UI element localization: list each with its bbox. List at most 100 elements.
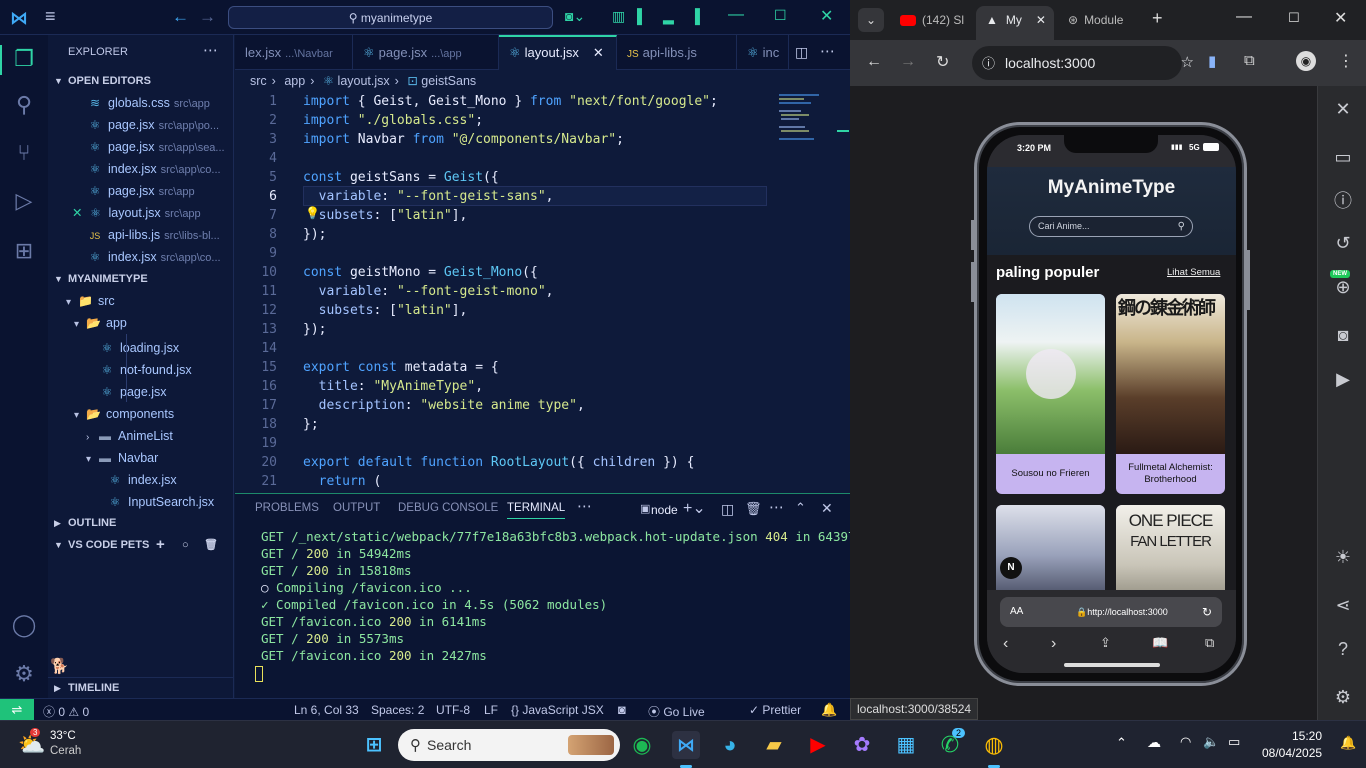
bookmark-star-icon[interactable]: ☆	[1181, 46, 1194, 80]
battery-icon[interactable]: ▭	[1228, 734, 1240, 750]
copilot-status-icon[interactable]: ◙	[618, 702, 626, 717]
open-editor-item[interactable]: ✕ ⚛ layout.jsx src\app	[72, 202, 201, 224]
vscode-taskbar-icon[interactable]: ⋈	[672, 731, 700, 759]
youtube-app-icon[interactable]: ▶	[804, 731, 832, 759]
share-icon[interactable]: ⋖	[1330, 592, 1356, 618]
app-title[interactable]: MyAnimeType	[987, 177, 1236, 199]
next-dev-badge[interactable]: N	[1000, 557, 1022, 579]
reload-icon[interactable]: ↻	[936, 52, 949, 72]
open-editor-item[interactable]: ⚛ index.jsx src\app\co...	[88, 158, 221, 180]
code-line[interactable]: 3 import Navbar from "@/components/Navbar…	[235, 130, 835, 149]
panel-more-icon[interactable]: ⋯	[577, 497, 592, 515]
close-panel-icon[interactable]: ✕	[821, 500, 833, 517]
go-live-button[interactable]: ⦿ Go Live	[648, 703, 705, 720]
code-line[interactable]: 13});	[235, 320, 835, 339]
open-editor-item[interactable]: ⚛ page.jsx src\app\sea...	[88, 136, 225, 158]
tab-page[interactable]: ⚛ page.jsx ...\app	[353, 35, 499, 70]
reload-icon[interactable]: ↻	[1202, 597, 1212, 627]
chrome-menu-icon[interactable]: ⋮	[1338, 51, 1354, 71]
tree-item[interactable]: ⚛ InputSearch.jsx	[108, 491, 215, 513]
minimize-icon[interactable]: —	[1236, 8, 1252, 26]
tab-layout[interactable]: ⚛ layout.jsx ✕	[499, 35, 617, 70]
tree-item[interactable]: ▾ 📂 components	[74, 403, 174, 425]
explorer-icon[interactable]: ❐	[10, 45, 38, 73]
split-terminal-icon[interactable]: ◫	[721, 501, 734, 518]
site-info-icon[interactable]: ⓘ	[982, 56, 995, 71]
menu-icon[interactable]: ≡	[45, 6, 56, 27]
code-line[interactable]: 6 variable: "--font-geist-sans",	[235, 187, 835, 206]
tab-index[interactable]: ⚛ inc	[737, 35, 789, 70]
toggle-sidebar-icon[interactable]: ▥	[612, 8, 625, 25]
breadcrumb-symbol[interactable]: geistSans	[421, 74, 476, 88]
toggle-secondary-sidebar-icon[interactable]: ▐	[690, 8, 700, 24]
settings-icon[interactable]: ⚙	[1330, 684, 1356, 710]
clock-time[interactable]: 15:20	[1292, 729, 1322, 743]
tree-item[interactable]: › ▬ AnimeList	[86, 425, 173, 447]
brightness-icon[interactable]: ☀	[1330, 544, 1356, 570]
code-line[interactable]: 10 const geistMono = Geist_Mono({	[235, 263, 835, 282]
chrome-taskbar-icon[interactable]: ◍	[980, 731, 1008, 759]
minimap[interactable]	[775, 92, 835, 162]
volume-icon[interactable]: 🔈	[1203, 734, 1219, 750]
pets-header[interactable]: ▼ VS CODE PETS + ○ 🗑	[48, 535, 234, 555]
split-editor-icon[interactable]: ◫	[795, 44, 808, 61]
browser-tab-module[interactable]: ⊛ Module	[1060, 6, 1150, 34]
device-toggle-icon[interactable]: ▭	[1330, 144, 1356, 170]
breadcrumb-src[interactable]: src	[250, 74, 267, 88]
back-icon[interactable]: ←	[866, 53, 882, 71]
safari-tabs-icon[interactable]: ⧉	[1205, 635, 1214, 651]
close-icon[interactable]: ✕	[820, 6, 833, 26]
toggle-primary-sidebar-icon[interactable]: ▌	[637, 8, 647, 24]
notifications-bell-icon[interactable]: 🔔	[821, 702, 837, 718]
tree-item[interactable]: ▾ ▬ Navbar	[86, 447, 158, 469]
run-debug-icon[interactable]: ▷	[10, 187, 38, 215]
file-explorer-icon[interactable]: ▰	[760, 731, 788, 759]
open-editor-item[interactable]: JS api-libs.js src\libs-bl...	[88, 224, 220, 246]
terminal-more-icon[interactable]: ⋯	[769, 498, 784, 516]
tab-api-libs[interactable]: JS api-libs.js	[617, 35, 737, 70]
record-icon[interactable]: ▶	[1330, 366, 1356, 392]
code-line[interactable]: 12 subsets: ["latin"],	[235, 301, 835, 320]
safari-bookmarks-icon[interactable]: 📖	[1152, 635, 1168, 651]
open-editors-header[interactable]: ▼ OPEN EDITORS	[48, 71, 234, 91]
anime-card[interactable]: 鋼の錬金術師 Fullmetal Alchemist: Brotherhood	[1116, 294, 1225, 494]
tab-navbar-index[interactable]: lex.jsx ...\Navbar	[235, 35, 353, 70]
open-editor-item[interactable]: ≋ globals.css src\app	[88, 92, 210, 114]
maximize-panel-icon[interactable]: ⌃	[795, 500, 806, 516]
prettier-button[interactable]: ✓ Prettier	[749, 703, 801, 717]
add-pet-icon[interactable]: +	[156, 535, 165, 555]
tree-item[interactable]: ⚛ index.jsx	[108, 469, 177, 491]
code-line[interactable]: 1 import { Geist, Geist_Mono } from "next…	[235, 92, 835, 111]
code-line[interactable]: 9	[235, 244, 835, 263]
close-emulator-icon[interactable]: ✕	[1330, 96, 1356, 122]
language-mode[interactable]: {} JavaScript JSX	[511, 703, 604, 717]
maximize-icon[interactable]: ☐	[774, 7, 787, 24]
tab-problems[interactable]: PROBLEMS	[255, 502, 319, 514]
breadcrumb-app[interactable]: app	[284, 74, 305, 88]
help-icon[interactable]: ?	[1330, 636, 1356, 662]
copilot-app-icon[interactable]: ✿	[848, 731, 876, 759]
search-icon[interactable]: ⚲	[1178, 217, 1185, 236]
info-icon[interactable]: ⓘ	[1330, 188, 1356, 214]
new-tab-icon[interactable]: +	[1152, 8, 1163, 29]
edge-icon[interactable]: ◕	[716, 731, 744, 759]
maximize-icon[interactable]: ☐	[1288, 10, 1300, 26]
anime-card[interactable]: Sousou no Frieren	[996, 294, 1105, 494]
browser-tab-active[interactable]: ▲ My ✕	[976, 6, 1054, 40]
omnibox[interactable]: ⓘ localhost:3000 ☆	[972, 46, 1194, 80]
screenshot-icon[interactable]: ◙	[1330, 322, 1356, 348]
code-line[interactable]: 7 subsets: ["latin"],	[235, 206, 835, 225]
new-terminal-icon[interactable]: +⌄	[683, 498, 706, 518]
extension-icon[interactable]: ▮	[1208, 52, 1216, 70]
forward-icon[interactable]: →	[900, 53, 916, 71]
more-actions-icon[interactable]: ⋯	[203, 41, 218, 59]
source-control-icon[interactable]: ⑂	[10, 139, 38, 167]
delete-pet-icon[interactable]: 🗑	[204, 535, 218, 555]
timeline-header[interactable]: ▶ TIMELINE	[48, 677, 234, 697]
outline-header[interactable]: ▶ OUTLINE	[48, 513, 234, 533]
close-tab-icon[interactable]: ✕	[593, 45, 604, 60]
project-header[interactable]: ▼ MYANIMETYPE	[48, 269, 234, 289]
close-icon[interactable]: ✕	[72, 206, 82, 220]
tree-item[interactable]: ⚛ page.jsx	[100, 381, 167, 403]
code-line[interactable]: 8});	[235, 225, 835, 244]
